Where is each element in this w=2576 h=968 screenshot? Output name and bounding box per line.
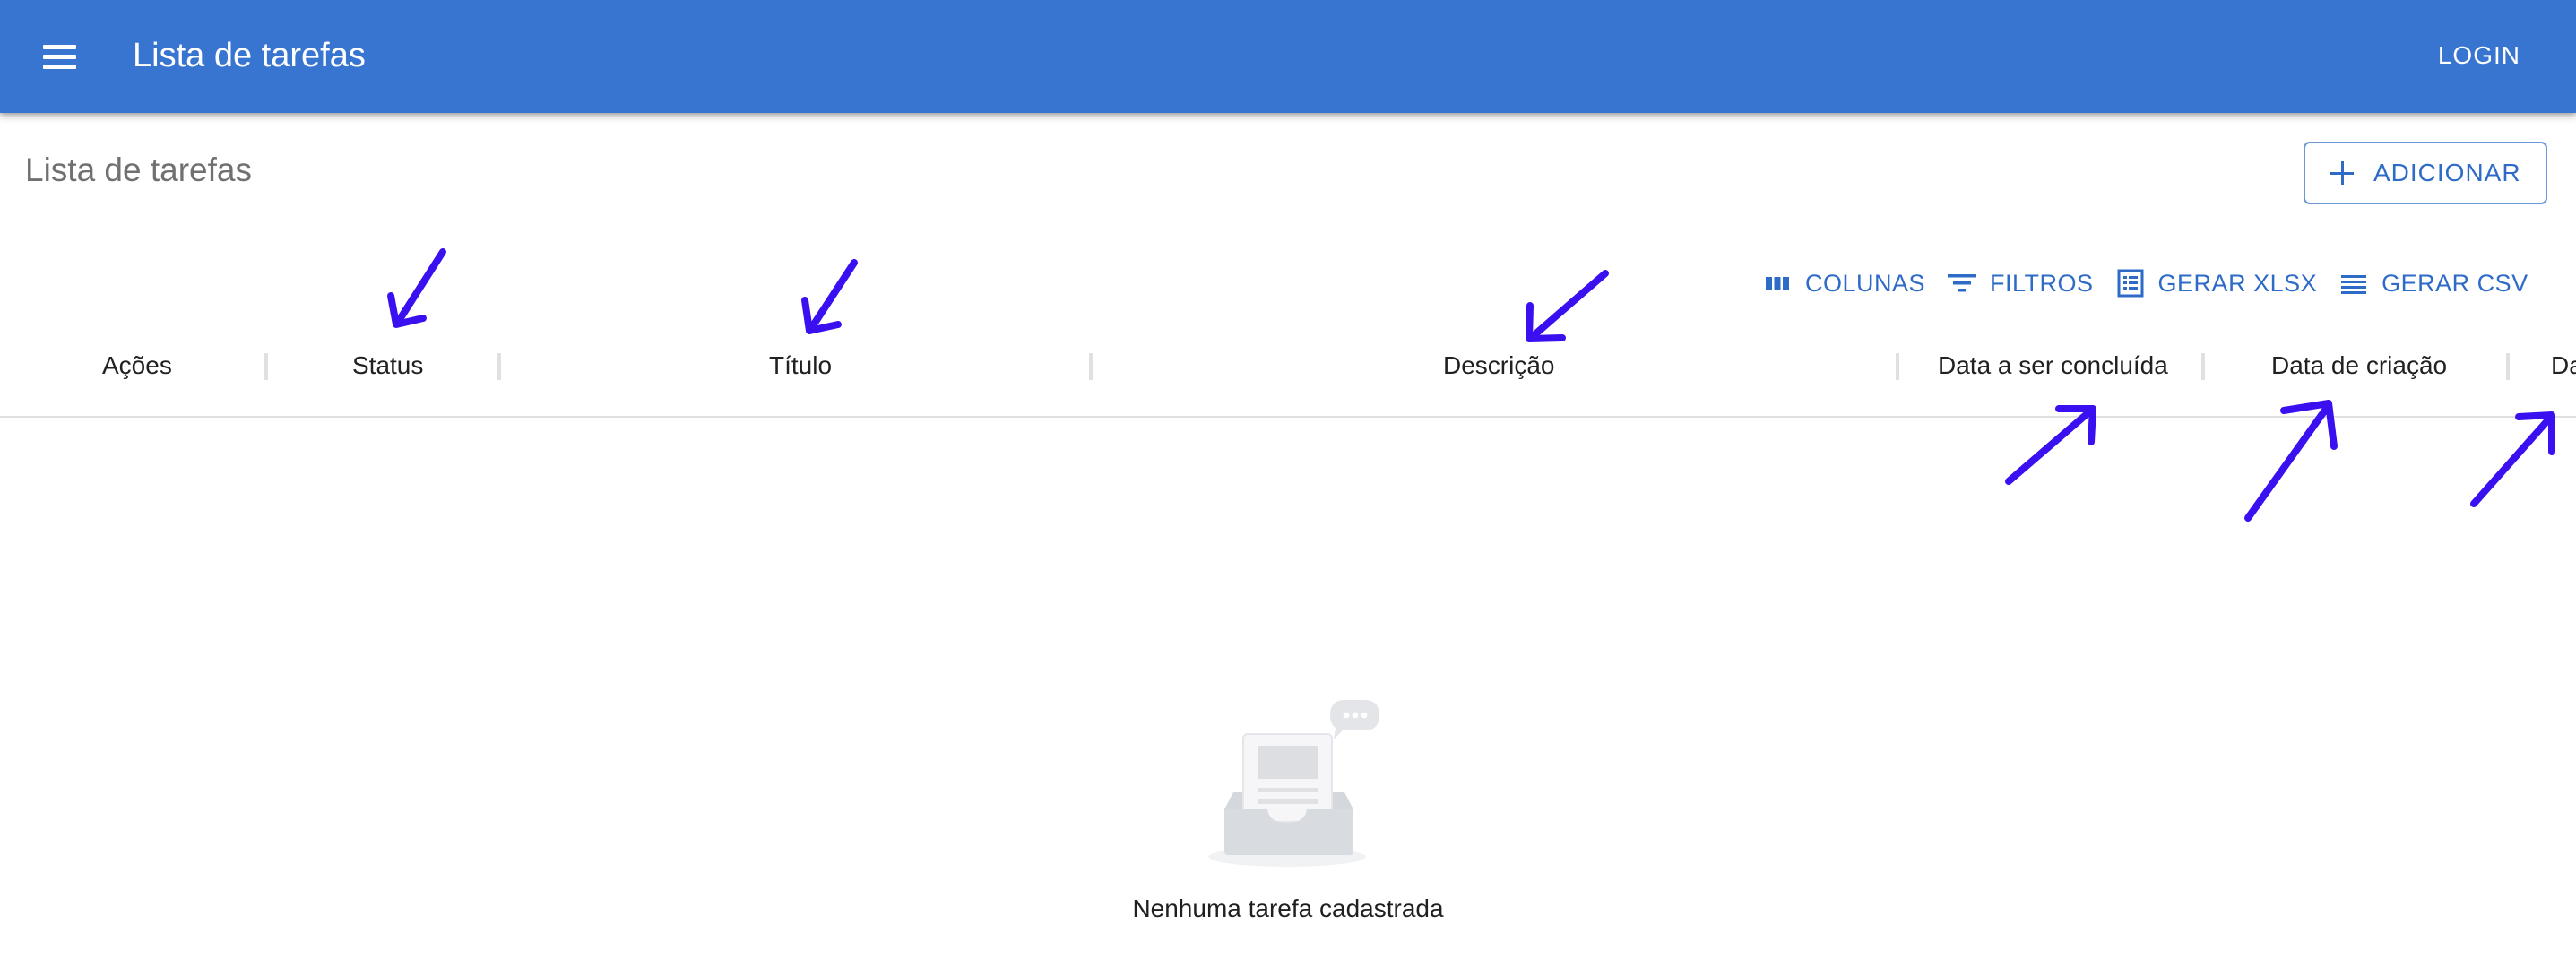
- csv-label: GERAR CSV: [2382, 269, 2528, 297]
- csv-button[interactable]: GERAR CSV: [2338, 269, 2528, 298]
- column-separator[interactable]: [1896, 353, 1899, 380]
- column-header-data-conclusao[interactable]: Data a ser concluída: [1938, 348, 2168, 384]
- arrow-data-criacao: [2244, 400, 2338, 522]
- filter-icon: [1948, 274, 1977, 292]
- column-header-status[interactable]: Status: [352, 348, 423, 384]
- column-separator[interactable]: [264, 353, 268, 380]
- column-header-acoes[interactable]: Ações: [102, 348, 172, 384]
- column-header-truncated[interactable]: Da: [2551, 348, 2576, 384]
- empty-state-message: Nenhuma tarefa cadastrada: [1132, 895, 1444, 922]
- grid-toolbar: COLUNAS FILTROS GERAR XLSX GERAR CSV: [1762, 262, 2528, 305]
- arrow-status: [387, 248, 446, 328]
- column-separator[interactable]: [2506, 353, 2510, 380]
- arrow-truncated-column: [2470, 411, 2555, 507]
- column-separator[interactable]: [1089, 353, 1093, 380]
- spreadsheet-icon: [2117, 269, 2144, 298]
- plus-icon: [2330, 161, 2354, 185]
- column-header-data-criacao[interactable]: Data de criação: [2271, 348, 2447, 384]
- filters-button[interactable]: FILTROS: [1947, 269, 2094, 298]
- page-title: Lista de tarefas: [25, 151, 252, 188]
- arrow-data-conclusao: [2005, 405, 2096, 485]
- columns-label: COLUNAS: [1805, 269, 1926, 297]
- columns-button[interactable]: COLUNAS: [1762, 269, 1925, 298]
- column-header-descricao[interactable]: Descrição: [1443, 348, 1554, 384]
- app-title: Lista de tarefas: [133, 37, 366, 74]
- empty-inbox-icon: [1208, 700, 1379, 867]
- arrow-titulo: [801, 259, 858, 334]
- columns-icon: [1766, 277, 1789, 290]
- app-bar: Lista de tarefas LOGIN: [0, 0, 2576, 113]
- arrow-descricao: [1526, 270, 1609, 342]
- menu-icon[interactable]: [36, 34, 84, 79]
- filters-label: FILTROS: [1990, 269, 2094, 297]
- list-icon: [2341, 275, 2367, 294]
- add-button-label: ADICIONAR: [2373, 159, 2521, 186]
- column-header-titulo[interactable]: Título: [769, 348, 832, 384]
- column-separator[interactable]: [497, 353, 501, 380]
- login-button[interactable]: LOGIN: [2438, 38, 2520, 73]
- xlsx-label: GERAR XLSX: [2157, 269, 2318, 297]
- add-button[interactable]: ADICIONAR: [2304, 142, 2547, 204]
- header-divider: [0, 416, 2576, 418]
- xlsx-button[interactable]: GERAR XLSX: [2115, 269, 2318, 298]
- column-separator[interactable]: [2201, 353, 2205, 380]
